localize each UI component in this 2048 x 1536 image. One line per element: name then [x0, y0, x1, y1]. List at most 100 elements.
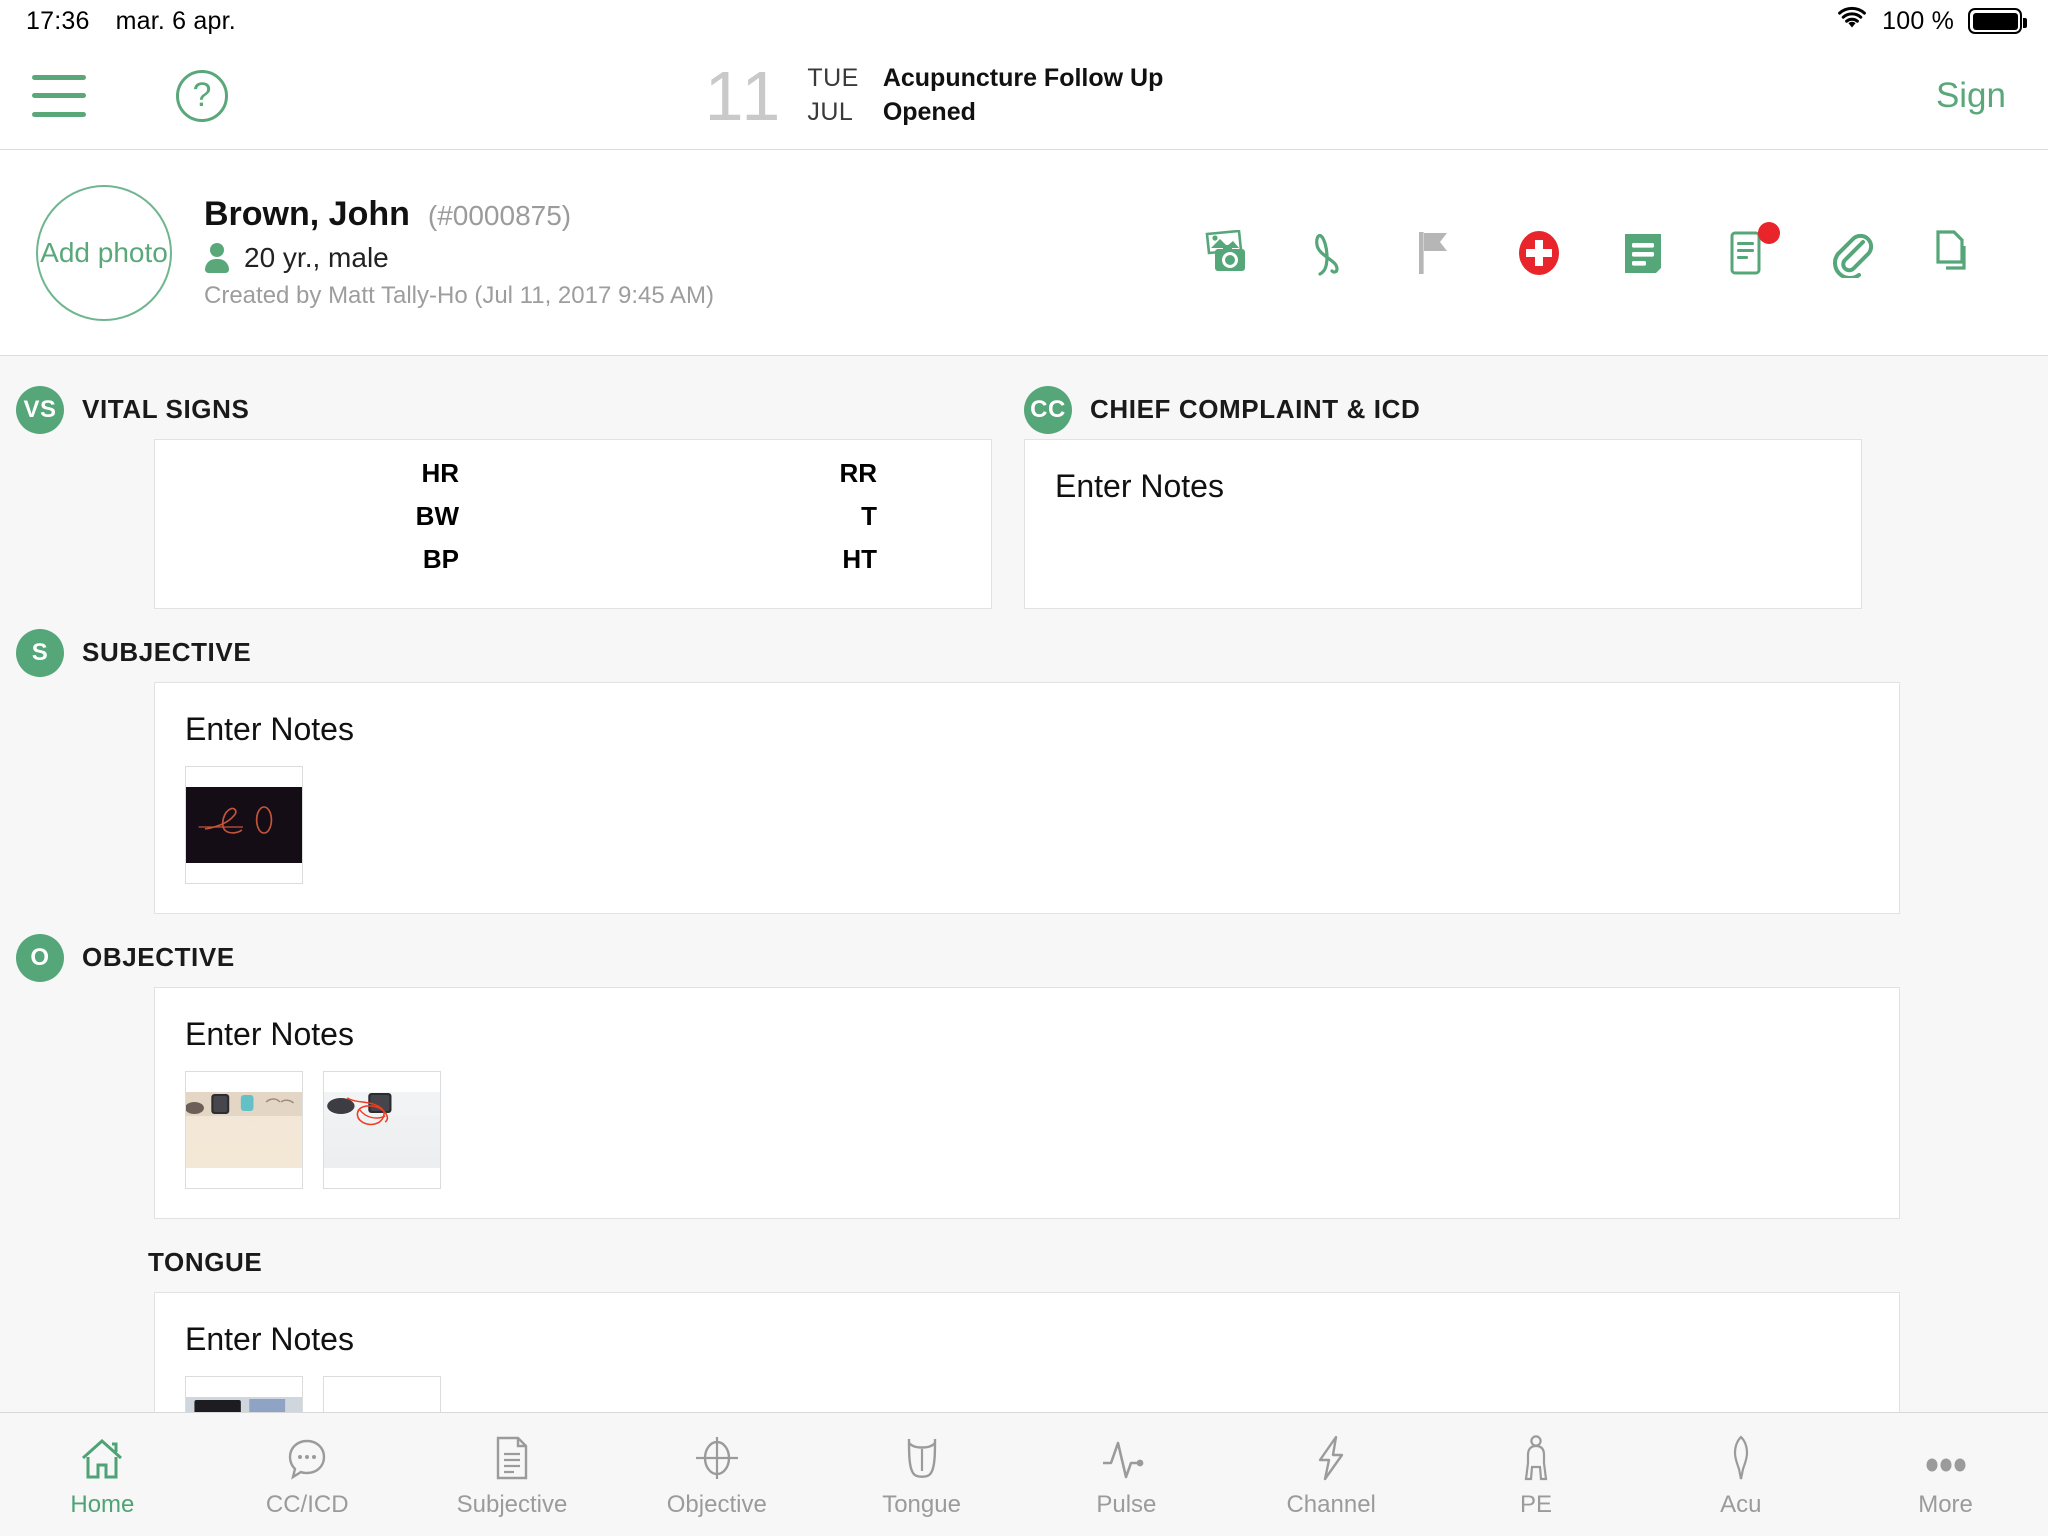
- chief-complaint-card[interactable]: Enter Notes: [1024, 439, 1862, 609]
- form-alert-icon[interactable]: [1720, 221, 1780, 280]
- status-date: mar. 6 apr.: [115, 6, 236, 35]
- tongue-title: TONGUE: [148, 1247, 263, 1277]
- tab-pe-label: PE: [1519, 1490, 1552, 1518]
- subjective-title: SUBJECTIVE: [82, 637, 252, 667]
- patient-demographics-row: 20 yr., male: [204, 242, 714, 274]
- tab-objective-label: Objective: [666, 1490, 767, 1518]
- speech-bubble-icon: [285, 1431, 329, 1481]
- vital-label-hr: HR: [421, 458, 459, 488]
- table-row[interactable]: BP HT: [155, 538, 991, 581]
- tab-tongue[interactable]: Tongue: [819, 1431, 1024, 1519]
- tab-pe[interactable]: PE: [1434, 1431, 1639, 1519]
- status-time: 17:36: [26, 6, 90, 35]
- bottom-tab-bar: Home CC/ICD Subjective Objective Tongue: [0, 1412, 2048, 1536]
- status-bar: 17:36 mar. 6 apr. 100 %: [0, 0, 2048, 42]
- lightning-bolt-icon: [1312, 1431, 1350, 1481]
- vital-label-bw: BW: [415, 501, 459, 531]
- appointment-type: Acupuncture Follow Up: [882, 64, 1164, 92]
- note-document-icon[interactable]: [1616, 226, 1670, 280]
- patient-header: Add photo Brown, John (#0000875) 20 yr.,…: [0, 150, 2048, 356]
- tab-home-label: Home: [70, 1490, 135, 1518]
- tab-objective[interactable]: Objective: [614, 1431, 819, 1519]
- subjective-card[interactable]: Enter Notes: [154, 682, 1900, 914]
- acupuncture-needle-icon: [1728, 1431, 1754, 1481]
- patient-chart-id: (#0000875): [427, 200, 572, 231]
- signature-drawing-thumbnail[interactable]: [185, 766, 303, 884]
- section-vital-signs: VS VITAL SIGNS HR RR BW T BP HT: [0, 378, 1024, 609]
- top-section-row: VS VITAL SIGNS HR RR BW T BP HT CC CHIEF…: [0, 356, 2048, 609]
- section-subjective: S SUBJECTIVE Enter Notes: [0, 609, 2048, 914]
- top-navigation-bar: ? 11 TUE JUL Acupuncture Follow Up Opene…: [0, 42, 2048, 150]
- table-row[interactable]: BW T: [155, 495, 991, 538]
- appointment-month-block: TUE JUL: [807, 62, 859, 129]
- objective-card[interactable]: Enter Notes: [154, 987, 1900, 1219]
- appointment-header[interactable]: 11 TUE JUL Acupuncture Follow Up Opened: [705, 61, 1164, 131]
- flag-icon[interactable]: [1408, 226, 1462, 280]
- monitor-desk-photo-thumbnail[interactable]: [185, 1376, 303, 1412]
- tongue-icon: [900, 1431, 944, 1481]
- status-right-cluster: 100 %: [1836, 6, 2027, 37]
- tab-home[interactable]: Home: [0, 1431, 205, 1519]
- tab-subjective[interactable]: Subjective: [410, 1431, 615, 1519]
- tab-acu-label: Acu: [1720, 1490, 1762, 1518]
- tongue-card[interactable]: Enter Notes: [154, 1292, 1900, 1412]
- tab-cc-icd[interactable]: CC/ICD: [205, 1431, 410, 1519]
- copy-documents-icon[interactable]: [1928, 226, 1982, 280]
- tab-channel-label: Channel: [1286, 1490, 1376, 1518]
- objective-placeholder[interactable]: Enter Notes: [155, 988, 1899, 1053]
- tongue-placeholder[interactable]: Enter Notes: [155, 1293, 1899, 1358]
- photo-camera-icon[interactable]: [1200, 226, 1254, 280]
- appointment-dow: TUE: [807, 64, 859, 92]
- hamburger-menu-icon[interactable]: [32, 74, 86, 117]
- chief-complaint-title: CHIEF COMPLAINT & ICD: [1090, 394, 1421, 424]
- body-figure-icon: [1519, 1431, 1553, 1481]
- person-icon: [204, 243, 230, 273]
- paperclip-attachment-icon[interactable]: [1824, 226, 1878, 280]
- objective-badge: O: [16, 933, 64, 982]
- tab-more[interactable]: More: [1843, 1431, 2048, 1519]
- patient-name-row: Brown, John (#0000875): [204, 195, 714, 234]
- tab-channel[interactable]: Channel: [1229, 1431, 1434, 1519]
- tab-pulse-label: Pulse: [1096, 1490, 1157, 1518]
- appointment-status: Opened: [882, 97, 976, 126]
- appointment-detail-block: Acupuncture Follow Up Opened: [883, 62, 1164, 129]
- objective-header: O OBJECTIVE: [0, 914, 2048, 987]
- tab-subjective-label: Subjective: [456, 1490, 568, 1518]
- annotated-desk-photo-thumbnail[interactable]: [323, 1071, 441, 1189]
- vital-signs-card[interactable]: HR RR BW T BP HT: [154, 439, 992, 609]
- vital-signs-badge: VS: [16, 385, 64, 434]
- subjective-placeholder[interactable]: Enter Notes: [155, 683, 1899, 748]
- battery-full-icon: [1968, 8, 2027, 34]
- tab-cc-icd-label: CC/ICD: [265, 1490, 349, 1518]
- vital-signs-table: HR RR BW T BP HT: [155, 452, 991, 581]
- chief-complaint-badge: CC: [1024, 385, 1072, 434]
- vital-label-ht: HT: [842, 544, 877, 574]
- chief-complaint-placeholder[interactable]: Enter Notes: [1025, 440, 1861, 505]
- appointment-day: 11: [704, 56, 784, 135]
- table-row[interactable]: HR RR: [155, 452, 991, 495]
- section-objective: O OBJECTIVE Enter Notes: [0, 914, 2048, 1219]
- section-chief-complaint: CC CHIEF COMPLAINT & ICD Enter Notes: [1024, 378, 2048, 609]
- tongue-header: TONGUE: [0, 1219, 2048, 1292]
- wifi-icon: [1836, 6, 1868, 37]
- tab-pulse[interactable]: Pulse: [1024, 1431, 1229, 1519]
- home-icon: [79, 1431, 125, 1481]
- sign-button[interactable]: Sign: [1936, 76, 2016, 116]
- tab-acu[interactable]: Acu: [1638, 1431, 1843, 1519]
- tab-tongue-label: Tongue: [882, 1490, 961, 1518]
- help-question-icon[interactable]: ?: [176, 69, 228, 122]
- add-photo-button[interactable]: Add photo: [36, 184, 172, 321]
- appointment-month: JUL: [807, 97, 854, 126]
- objective-thumbnails: [155, 1053, 1899, 1215]
- pulse-wave-icon: [1100, 1431, 1152, 1481]
- patient-created-by: Created by Matt Tally-Ho (Jul 11, 2017 9…: [204, 282, 715, 309]
- notification-badge: [1758, 221, 1780, 244]
- desk-photo-thumbnail[interactable]: [185, 1071, 303, 1189]
- subjective-thumbnails: [155, 748, 1899, 910]
- subjective-header: S SUBJECTIVE: [0, 609, 2048, 682]
- patient-demographics: 20 yr., male: [244, 242, 389, 273]
- red-sketch-thumbnail[interactable]: [323, 1376, 441, 1412]
- tab-more-label: More: [1918, 1490, 1973, 1518]
- handwriting-signature-icon[interactable]: [1304, 226, 1358, 280]
- medical-cross-icon[interactable]: [1512, 226, 1566, 280]
